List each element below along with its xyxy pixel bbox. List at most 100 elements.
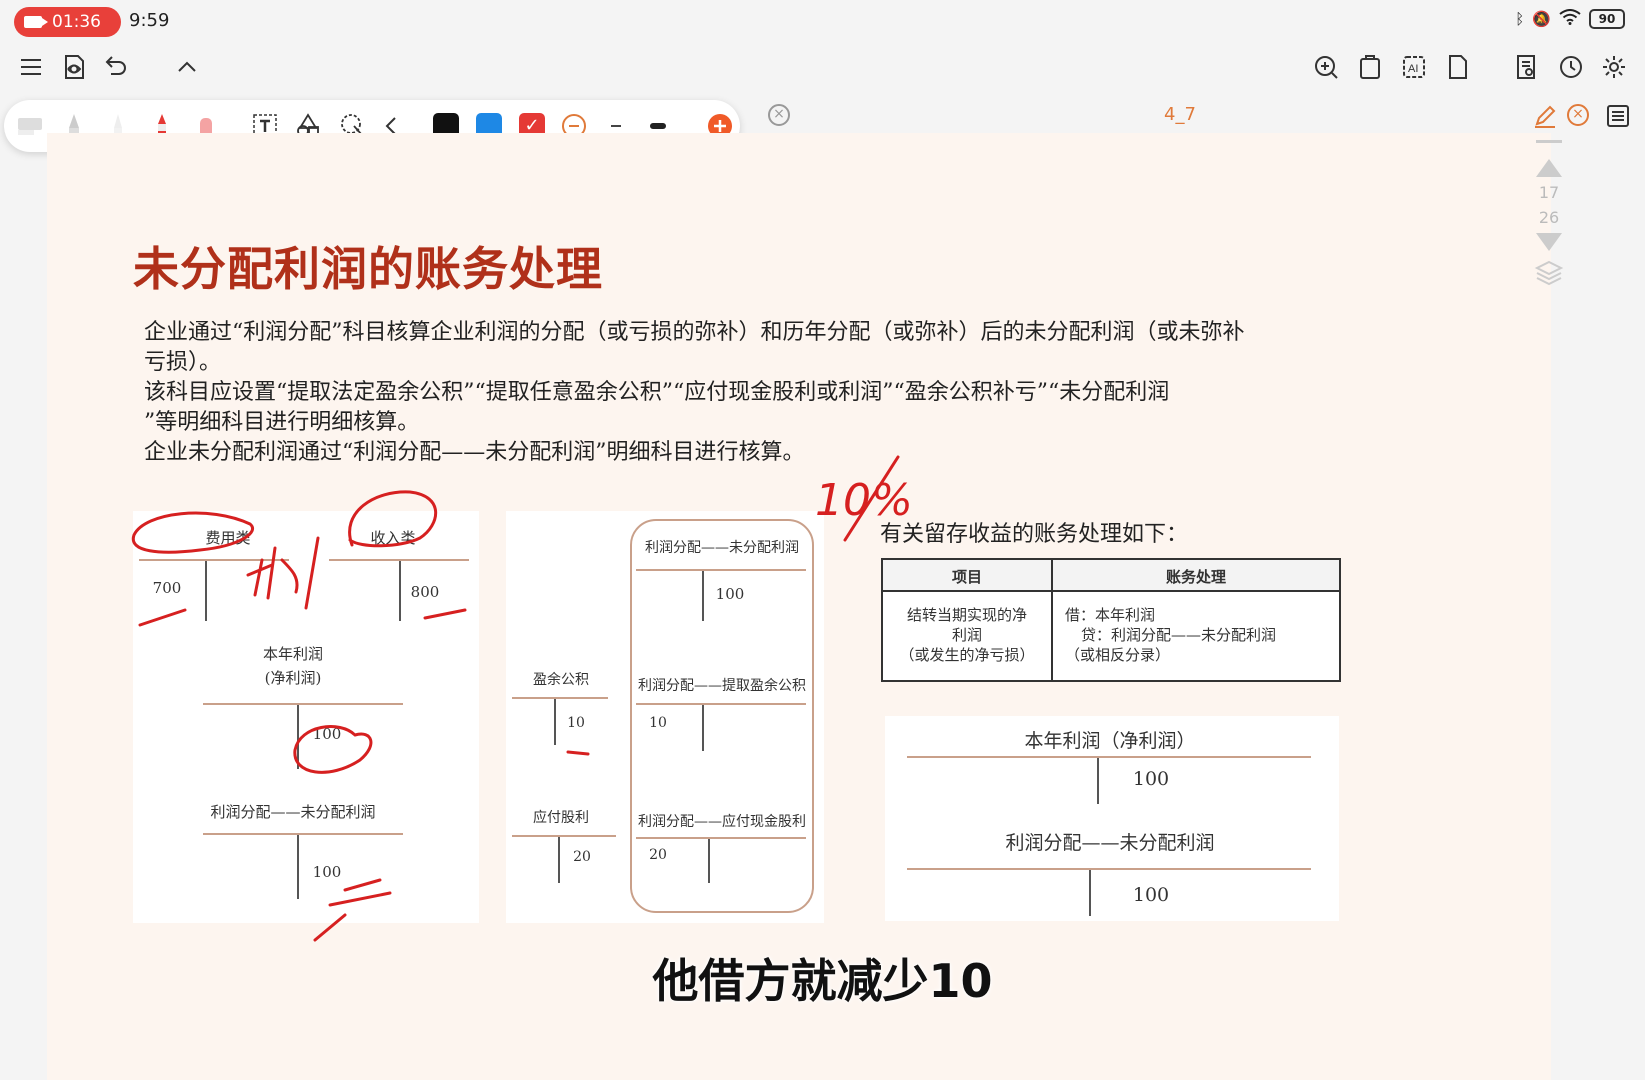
eraser-panel-icon[interactable] [12, 108, 48, 144]
table-cell: 借：本年利润 [1065, 606, 1156, 624]
close-tab-icon[interactable]: × [768, 104, 790, 126]
ai-icon[interactable]: AI [1397, 50, 1431, 84]
read-mode-icon[interactable] [57, 50, 91, 84]
document-search-icon[interactable] [1510, 50, 1544, 84]
t-account-stem [297, 835, 299, 899]
layers-icon[interactable] [1534, 257, 1564, 291]
t-account-stem [702, 571, 704, 621]
table-cell: 结转当期实现的净 [906, 606, 1027, 624]
clock: 9:59 [129, 10, 170, 31]
t-account-bar [636, 569, 806, 571]
paragraph-line: 企业未分配利润通过“利润分配——未分配利润”明细科目进行核算。 [144, 440, 805, 465]
page-navigator: 17 26 [1531, 140, 1567, 310]
edit-pen-icon[interactable] [1530, 101, 1560, 131]
table-cell: 利润 [951, 626, 982, 644]
cash-dividend-value: 20 [649, 847, 667, 863]
t-account-stem [205, 561, 207, 621]
page-icon[interactable] [1441, 50, 1475, 84]
profit-value: 100 [312, 725, 342, 743]
t-account-bar [512, 697, 608, 699]
paragraph-line: 企业通过“利润分配”科目核算企业利润的分配（或亏损的弥补）和历年分配（或弥补）后… [144, 320, 1245, 345]
video-subtitle: 他借方就减少10 [652, 954, 993, 1008]
t-account-stem [708, 839, 710, 883]
journal-entry-table: 项目 账务处理 结转当期实现的净 利润 （或发生的净亏损） 借：本年利润 贷：利… [881, 558, 1341, 682]
middle-t-account-diagram: 利润分配——未分配利润 100 盈余公积 10 利润分配——提取盈余公积 10 … [506, 511, 824, 923]
table-header-item: 项目 [951, 568, 982, 586]
table-cell: （或相反分录） [1065, 646, 1171, 664]
battery-level: 90 [1589, 9, 1625, 29]
table-header-treatment: 账务处理 [1165, 568, 1226, 586]
t-account-stem [399, 561, 401, 621]
status-icons: ᛒ 🔕 90 [1515, 9, 1625, 29]
t-account-bar [139, 559, 289, 561]
t-account-bar [636, 703, 806, 705]
outline-list-icon[interactable] [1603, 101, 1633, 131]
top-account-label: 利润分配——未分配利润 [645, 540, 799, 556]
dist-account-label: 利润分配——未分配利润 [1005, 832, 1215, 854]
page-down-icon[interactable] [1536, 233, 1562, 251]
top-value: 100 [715, 585, 745, 603]
left-t-account-diagram: 费用类 收入类 700 800 本年利润 (净利润) 100 利润分配——未分配… [133, 511, 479, 923]
t-account-bar [512, 835, 616, 837]
profit-account-label: 本年利润 [262, 645, 323, 663]
dividend-account-label: 应付股利 [533, 810, 589, 826]
status-bar: 01:36 9:59 ᛒ 🔕 90 [0, 0, 1645, 42]
mute-icon: 🔕 [1532, 10, 1551, 28]
t-account-stem [1089, 870, 1091, 916]
collapse-toolbar-icon[interactable] [170, 50, 204, 84]
app-toolbar: AI [0, 44, 1645, 92]
dist-account-label: 利润分配——未分配利润 [210, 803, 376, 821]
table-cell: （或发生的净亏损） [899, 646, 1035, 664]
history-icon[interactable] [1554, 50, 1588, 84]
dist-value: 100 [1132, 884, 1170, 906]
dividend-value: 20 [573, 849, 591, 865]
paragraph-line: 该科目应设置“提取法定盈余公积”“提取任意盈余公积”“应付现金股利或利润”“盈余… [144, 380, 1170, 405]
svg-text:AI: AI [1408, 63, 1418, 75]
t-account-bar [636, 837, 806, 839]
t-account-bar [907, 756, 1311, 758]
screen-record-indicator[interactable]: 01:36 [14, 7, 121, 37]
expense-account-label: 费用类 [205, 529, 251, 547]
t-account-stem [1097, 758, 1099, 804]
t-account-stem [702, 705, 704, 751]
extract-value: 10 [649, 715, 667, 731]
settings-gear-icon[interactable] [1597, 50, 1631, 84]
surplus-account-label: 盈余公积 [533, 672, 589, 688]
zoom-in-icon[interactable] [1309, 50, 1343, 84]
expense-value: 700 [152, 579, 182, 597]
page-up-icon[interactable] [1536, 159, 1562, 177]
cash-dividend-account-label: 利润分配——应付现金股利 [638, 814, 806, 830]
wifi-icon [1559, 9, 1581, 29]
surplus-value: 10 [567, 715, 585, 731]
recording-time: 01:36 [52, 12, 101, 32]
bluetooth-icon: ᛒ [1515, 10, 1525, 28]
exit-edit-icon[interactable]: × [1567, 104, 1589, 126]
table-cell: 贷：利润分配——未分配利润 [1081, 626, 1277, 644]
drag-handle[interactable] [1536, 140, 1562, 143]
document-page[interactable]: 未分配利润的账务处理 企业通过“利润分配”科目核算企业利润的分配（或亏损的弥补）… [47, 133, 1551, 1080]
t-account-bar [907, 868, 1311, 870]
dist-value: 100 [312, 863, 342, 881]
t-account-bar [203, 703, 403, 705]
profit-account-label: 本年利润（净利润） [1024, 730, 1196, 752]
profit-account-sublabel: (净利润) [264, 669, 322, 687]
slide-title: 未分配利润的账务处理 [133, 242, 603, 296]
paragraph-line: ”等明细科目进行明细核算。 [144, 410, 420, 435]
t-account-stem [297, 705, 299, 769]
paragraph-line: 亏损）。 [144, 350, 222, 375]
clipboard-icon[interactable] [1353, 50, 1387, 84]
video-camera-icon [24, 16, 48, 28]
menu-icon[interactable] [14, 50, 48, 84]
document-title: 4_7 [1164, 104, 1196, 125]
t-account-stem [554, 699, 556, 745]
revenue-account-label: 收入类 [370, 529, 416, 547]
t-account-stem [558, 837, 560, 883]
retained-earnings-intro: 有关留存收益的账务处理如下： [880, 522, 1189, 547]
revenue-value: 800 [410, 583, 440, 601]
right-t-account-diagram: 本年利润（净利润） 100 利润分配——未分配利润 100 [885, 716, 1339, 921]
t-account-bar [203, 833, 403, 835]
current-page-number: 17 [1538, 183, 1560, 202]
extract-account-label: 利润分配——提取盈余公积 [638, 678, 806, 694]
undo-icon[interactable] [98, 50, 132, 84]
total-page-number: 26 [1538, 208, 1560, 227]
